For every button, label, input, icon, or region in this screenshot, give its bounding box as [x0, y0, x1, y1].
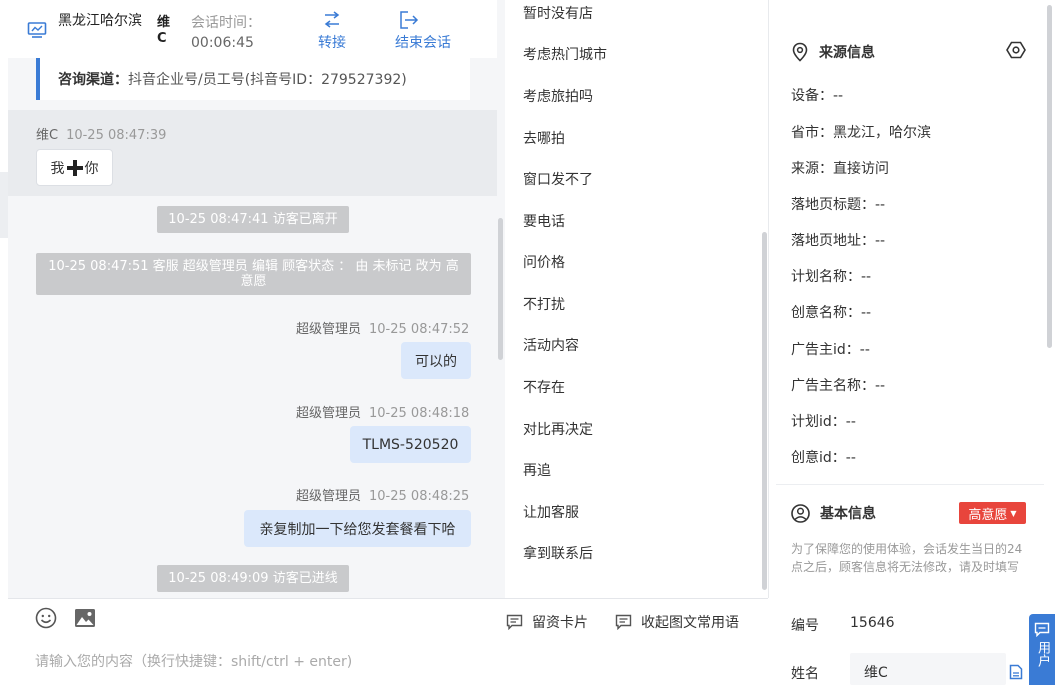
user-tab-label: 用户 [1035, 641, 1050, 667]
visitor-message-bubble: 我 你 [36, 149, 113, 186]
message-sender: 超级管理员 [296, 406, 362, 421]
message-square-icon [615, 614, 632, 630]
transfer-icon [324, 11, 340, 28]
source-info-row: 创意id：-- [791, 450, 856, 466]
lead-card-label: 留资卡片 [532, 615, 588, 631]
source-info-row: 来源：直接访问 [791, 161, 889, 177]
source-info-row: 创意名称：-- [791, 305, 872, 321]
message-time: 10-25 08:47:39 [66, 128, 167, 143]
system-notice: 10-25 08:47:51 客服 超级管理员 编辑 顾客状态 ： 由 未标记 … [36, 253, 471, 295]
channel-value: 抖音企业号/员工号(抖音号ID：279527392) [128, 72, 407, 88]
quick-phrase-item[interactable]: 拿到联系后 [523, 545, 593, 563]
left-edge [0, 0, 8, 685]
message-square-icon [506, 614, 523, 630]
quick-phrase-item[interactable]: 去哪拍 [523, 130, 565, 148]
quick-phrase-item[interactable]: 不存在 [523, 379, 565, 397]
exit-icon [400, 11, 419, 29]
collapse-phrases-label: 收起图文常用语 [641, 615, 739, 631]
section-divider [776, 484, 1044, 485]
location-pin-icon [792, 42, 808, 62]
quick-phrase-item[interactable]: 暂时没有店 [523, 5, 593, 23]
message-meta: 超级管理员 10-25 08:48:18 [296, 402, 469, 421]
agent-message-bubble: 亲复制加一下给您发套餐看下哈 [244, 510, 471, 547]
message-time: 10-25 08:48:25 [369, 489, 470, 504]
message-time: 10-25 08:47:52 [369, 322, 470, 337]
system-notice: 10-25 08:49:09 访客已进线 [157, 565, 349, 592]
quick-phrase-item[interactable]: 窗口发不了 [523, 171, 593, 189]
chat-scrollbar[interactable] [498, 218, 503, 360]
monitor-icon [27, 22, 47, 38]
customer-name-input[interactable]: 维C [850, 653, 1006, 685]
info-scrollbar[interactable] [1047, 5, 1052, 348]
session-time-label: 会话时间： [191, 15, 261, 31]
emoji-icon[interactable] [35, 607, 57, 629]
agent-tag: 维C [157, 15, 171, 46]
channel-card: 咨询渠道：抖音企业号/员工号(抖音号ID：279527392) [36, 58, 470, 100]
chat-bubble-icon [1034, 622, 1050, 637]
user-side-tab[interactable]: 用户 [1029, 614, 1055, 685]
source-info-header: 来源信息 [791, 42, 875, 62]
customer-id-label: 编号 [791, 618, 819, 634]
settings-icon[interactable] [1006, 40, 1026, 60]
caret-down-icon: ▼ [1010, 508, 1017, 518]
message-time: 10-25 08:48:18 [369, 406, 470, 421]
left-edge-marker [0, 172, 8, 238]
basic-info-header: 基本信息 [791, 503, 876, 523]
quick-phrase-item[interactable]: 考虑旅拍吗 [523, 88, 593, 106]
agent-message-bubble: TLMS-520520 [350, 426, 471, 463]
quick-phrase-item[interactable]: 不打扰 [523, 296, 565, 314]
visitor-name: 黑龙江哈尔滨 [58, 13, 142, 29]
message-sender: 维C [36, 128, 59, 143]
message-meta: 维C 10-25 08:47:39 [36, 124, 166, 143]
session-time-value: 00:06:45 [191, 35, 254, 51]
copy-icon[interactable] [1009, 664, 1023, 680]
message-meta: 超级管理员 10-25 08:48:25 [296, 485, 469, 504]
message-meta: 超级管理员 10-25 08:47:52 [296, 318, 469, 337]
image-icon[interactable] [74, 607, 96, 629]
intent-status-dropdown[interactable]: 高意愿 ▼ [959, 502, 1026, 524]
source-info-row: 落地页标题：-- [791, 197, 886, 213]
system-notice: 10-25 08:47:41 访客已离开 [157, 206, 349, 233]
source-info-row: 落地页地址：-- [791, 233, 886, 249]
end-session-button[interactable]: 结束会话 [388, 10, 458, 52]
phrase-scrollbar[interactable] [762, 232, 767, 590]
plus-emoji-icon [66, 159, 83, 176]
quick-phrase-item[interactable]: 活动内容 [523, 337, 579, 355]
source-info-row: 省市：黑龙江，哈尔滨 [791, 125, 931, 141]
collapse-phrases-button[interactable]: 收起图文常用语 [615, 612, 739, 632]
source-info-row: 计划名称：-- [791, 269, 872, 285]
quick-phrase-item[interactable]: 再追 [523, 462, 551, 480]
transfer-button[interactable]: 转接 [306, 10, 358, 52]
quick-phrase-item[interactable]: 对比再决定 [523, 421, 593, 439]
source-info-row: 计划id：-- [791, 414, 856, 430]
transfer-label: 转接 [318, 35, 346, 51]
channel-label: 咨询渠道： [58, 72, 128, 88]
message-text-part: 你 [84, 160, 99, 177]
edit-notice: 为了保障您的使用体验，会话发生当日的24点之后，顾客信息将无法修改，请及时填写 [791, 542, 1023, 574]
customer-id-value: 15646 [850, 615, 895, 631]
source-info-row: 广告主id：-- [791, 342, 870, 358]
customer-name-label: 姓名 [791, 666, 819, 682]
quick-phrase-item[interactable]: 考虑热门城市 [523, 46, 607, 64]
source-info-title: 来源信息 [819, 45, 875, 61]
lead-card-button[interactable]: 留资卡片 [506, 612, 588, 632]
quick-phrase-item[interactable]: 让加客服 [523, 504, 579, 522]
message-sender: 超级管理员 [296, 322, 362, 337]
intent-status-label: 高意愿 [968, 507, 1008, 523]
quick-phrase-item[interactable]: 要电话 [523, 213, 565, 231]
source-info-row: 广告主名称：-- [791, 378, 886, 394]
user-circle-icon [791, 503, 810, 523]
source-info-row: 设备：-- [791, 88, 844, 104]
message-text-part: 我 [50, 160, 65, 177]
quick-phrase-item[interactable]: 问价格 [523, 254, 565, 272]
message-input[interactable]: 请输入您的内容（换行快捷键：shift/ctrl + enter) [35, 651, 352, 671]
basic-info-title: 基本信息 [820, 506, 876, 522]
message-sender: 超级管理员 [296, 489, 362, 504]
agent-message-bubble: 可以的 [401, 342, 471, 379]
end-session-label: 结束会话 [395, 35, 451, 51]
